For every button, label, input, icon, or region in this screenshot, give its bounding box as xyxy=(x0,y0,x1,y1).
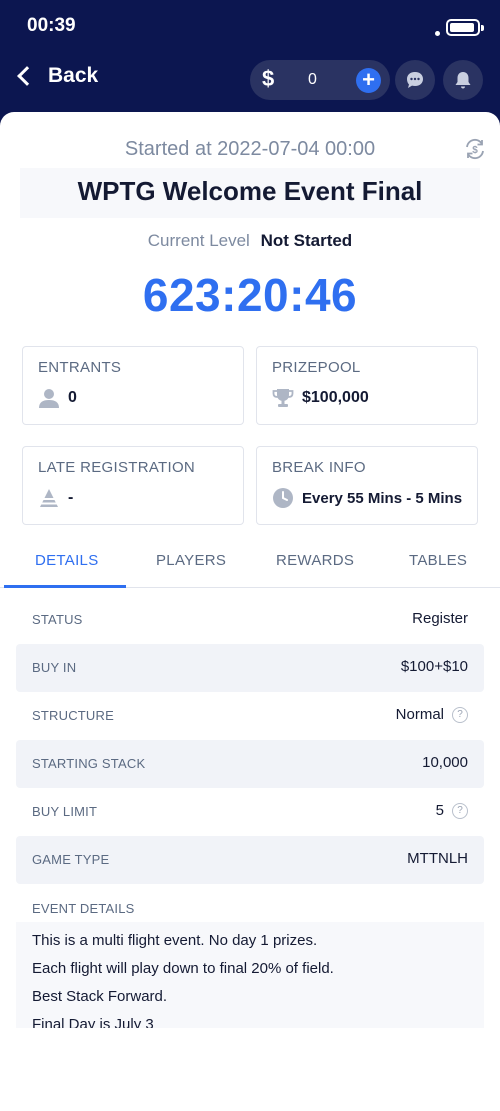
countdown-timer: 623:20:46 xyxy=(142,269,358,321)
current-level-label: Current Level xyxy=(147,231,250,250)
signal-dot-icon xyxy=(435,31,440,36)
event-title: WPTG Welcome Event Final xyxy=(77,176,423,206)
event-details-line: Final Day is July 3 xyxy=(32,1016,154,1028)
event-details-label: EVENT DETAILS xyxy=(32,901,135,916)
entrants-label: ENTRANTS xyxy=(38,359,122,376)
top-bar: 00:39 Back $ 0 + xyxy=(0,0,500,130)
add-funds-button[interactable]: + xyxy=(356,68,381,93)
buy-in-value: $100+$10 xyxy=(400,658,468,675)
break-info-label: BREAK INFO xyxy=(272,459,366,476)
late-registration-card: LATE REGISTRATION - xyxy=(22,446,244,525)
current-level-value: Not Started xyxy=(260,231,353,250)
game-type-value: MTTNLH xyxy=(407,850,468,867)
tab-tables[interactable]: TABLES xyxy=(409,552,467,569)
buy-limit-value: 5 xyxy=(435,802,444,819)
back-label: Back xyxy=(48,64,99,87)
wallet-balance: $ 0 + xyxy=(250,60,390,100)
chat-icon xyxy=(407,72,423,88)
break-info-value: Every 55 Mins - 5 Mins xyxy=(302,489,463,507)
trophy-icon xyxy=(272,389,294,407)
entrants-value: 0 xyxy=(68,389,77,406)
status-label: STATUS xyxy=(32,612,83,627)
structure-value: Normal xyxy=(395,706,444,723)
structure-help-icon[interactable]: ? xyxy=(452,706,468,723)
prizepool-value: $100,000 xyxy=(302,389,369,406)
battery-icon xyxy=(446,19,484,36)
detail-row-game-type: GAME TYPE MTTNLH xyxy=(16,836,484,884)
dollar-icon: $ xyxy=(262,66,275,91)
active-tab-indicator xyxy=(4,585,126,588)
detail-row-buy-limit: BUY LIMIT 5 ? xyxy=(16,788,484,836)
tab-details[interactable]: DETAILS xyxy=(35,552,99,569)
chat-button[interactable] xyxy=(395,60,435,100)
starting-stack-value: 10,000 xyxy=(422,754,468,771)
late-registration-value: - xyxy=(68,489,74,506)
detail-row-structure: STRUCTURE Normal ? xyxy=(16,692,484,740)
bell-icon xyxy=(455,72,471,89)
starting-stack-label: STARTING STACK xyxy=(32,756,146,771)
event-details-line: Best Stack Forward. xyxy=(32,988,168,1005)
status-time: 00:39 xyxy=(27,15,76,36)
buy-limit-help-icon[interactable]: ? xyxy=(452,802,468,819)
tournament-sheet: Started at 2022-07-04 00:00 $ WPTG Welco… xyxy=(0,112,500,1111)
game-type-label: GAME TYPE xyxy=(32,852,110,867)
tab-rewards[interactable]: REWARDS xyxy=(276,552,354,569)
person-icon xyxy=(39,389,59,408)
pyramid-icon xyxy=(40,489,58,507)
wallet-amount: 0 xyxy=(308,71,317,88)
event-details-text: This is a multi flight event. No day 1 p… xyxy=(16,922,484,1028)
prizepool-label: PRIZEPOOL xyxy=(272,359,361,376)
start-time: Started at 2022-07-04 00:00 xyxy=(124,138,376,160)
currency-swap-icon[interactable]: $ xyxy=(462,136,488,162)
status-value: Register xyxy=(412,610,468,627)
detail-row-status: STATUS Register xyxy=(16,596,484,644)
prizepool-card: PRIZEPOOL $100,000 xyxy=(256,346,478,425)
structure-label: STRUCTURE xyxy=(32,708,114,723)
detail-row-buy-in: BUY IN $100+$10 xyxy=(16,644,484,692)
chevron-left-icon xyxy=(17,66,37,86)
buy-limit-label: BUY LIMIT xyxy=(32,804,98,819)
event-details-line: This is a multi flight event. No day 1 p… xyxy=(32,932,318,949)
tab-bar: DETAILS PLAYERS REWARDS TABLES xyxy=(0,540,500,588)
event-details-line: Each flight will play down to final 20% … xyxy=(32,960,334,977)
current-level: Current Level Not Started xyxy=(0,231,500,251)
buy-in-label: BUY IN xyxy=(32,660,77,675)
entrants-card: ENTRANTS 0 xyxy=(22,346,244,425)
clock-icon xyxy=(273,488,293,508)
back-button[interactable]: Back xyxy=(14,64,98,88)
break-info-card: BREAK INFO Every 55 Mins - 5 Mins xyxy=(256,446,478,525)
notifications-button[interactable] xyxy=(443,60,483,100)
detail-row-starting-stack: STARTING STACK 10,000 xyxy=(16,740,484,788)
tab-players[interactable]: PLAYERS xyxy=(156,552,226,569)
late-registration-label: LATE REGISTRATION xyxy=(38,459,196,476)
svg-text:$: $ xyxy=(472,145,478,156)
